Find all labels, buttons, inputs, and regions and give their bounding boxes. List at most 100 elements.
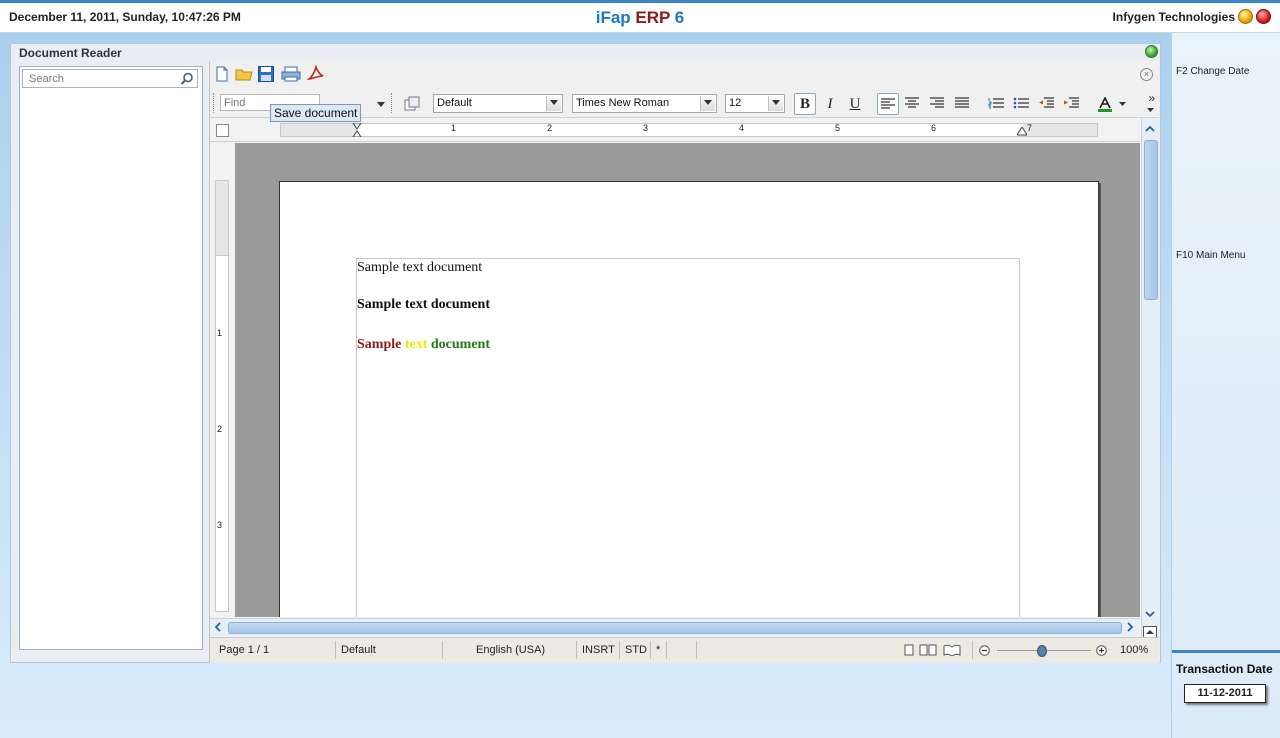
font-name-value: Times New Roman <box>576 97 670 109</box>
close-app-button[interactable] <box>1256 9 1271 24</box>
document-line-colored[interactable]: Sample text document <box>357 337 490 353</box>
vertical-scroll-thumb[interactable] <box>1144 140 1158 300</box>
colored-word-green: document <box>430 337 491 352</box>
bullet-list-button[interactable] <box>1010 93 1032 115</box>
font-name-select[interactable]: Times New Roman <box>572 94 717 113</box>
horizontal-scroll-thumb[interactable] <box>228 622 1122 634</box>
ruler-number: 5 <box>835 123 841 133</box>
tab-stop-selector[interactable] <box>216 124 229 137</box>
book-view-icon[interactable] <box>943 644 961 656</box>
document-page[interactable]: Sample text document Sample text documen… <box>279 181 1099 617</box>
scroll-up-icon[interactable] <box>1143 122 1157 135</box>
status-divider <box>442 641 443 659</box>
toolbar-overflow-icon[interactable]: » <box>1148 91 1155 105</box>
zoom-slider-handle[interactable] <box>1037 645 1047 657</box>
left-indent-marker-icon[interactable] <box>352 123 362 137</box>
print-icon[interactable] <box>281 65 301 83</box>
scroll-down-icon[interactable] <box>1143 608 1157 621</box>
align-left-button[interactable] <box>877 93 899 115</box>
ruler-number: 6 <box>931 123 937 133</box>
document-line-plain[interactable]: Sample text document <box>357 260 482 276</box>
selection-mode-indicator[interactable]: STD <box>625 644 647 656</box>
language-indicator[interactable]: English (USA) <box>476 644 545 656</box>
colored-word-yellow: text <box>404 337 428 352</box>
vertical-ruler[interactable]: 1 2 3 <box>213 142 231 657</box>
font-color-button[interactable] <box>1094 93 1116 115</box>
company-name: Infygen Technologies <box>1112 10 1235 24</box>
chevron-down-icon[interactable] <box>546 96 561 111</box>
ruler-number: 3 <box>643 123 649 133</box>
save-icon[interactable] <box>257 65 275 83</box>
zoom-level[interactable]: 100% <box>1120 644 1148 656</box>
status-divider <box>576 641 577 659</box>
bold-button[interactable]: B <box>794 93 816 115</box>
scroll-right-icon[interactable] <box>1124 621 1136 633</box>
right-indent-marker-icon[interactable] <box>1017 127 1027 136</box>
status-divider <box>619 641 620 659</box>
decrease-indent-icon <box>1039 97 1054 108</box>
status-divider <box>972 641 973 659</box>
zoom-in-icon[interactable] <box>1096 645 1107 656</box>
chevron-down-icon[interactable] <box>768 96 783 111</box>
status-divider <box>650 641 651 659</box>
align-left-icon <box>881 98 895 109</box>
f2-change-date-link[interactable]: F2 Change Date <box>1176 66 1249 77</box>
insert-mode-indicator[interactable]: INSRT <box>582 644 615 656</box>
vertical-scrollbar[interactable] <box>1141 118 1159 658</box>
align-center-button[interactable] <box>902 93 924 115</box>
search-input[interactable] <box>23 70 179 87</box>
search-box <box>22 69 198 88</box>
search-icon[interactable] <box>180 72 194 86</box>
decrease-indent-button[interactable] <box>1035 93 1057 115</box>
ruler-number: 2 <box>547 123 553 133</box>
paragraph-style-select[interactable]: Default <box>433 94 563 113</box>
new-document-icon[interactable] <box>213 65 231 83</box>
open-folder-icon[interactable] <box>235 65 253 83</box>
window-title: Document Reader <box>19 46 122 60</box>
justify-button[interactable] <box>952 93 974 115</box>
transaction-date-field[interactable]: 11-12-2011 <box>1184 684 1266 703</box>
transaction-date-label: Transaction Date <box>1176 662 1273 676</box>
app-title-erp: ERP <box>635 8 671 27</box>
page-indicator[interactable]: Page 1 / 1 <box>219 644 269 656</box>
single-page-view-icon[interactable] <box>904 644 914 656</box>
numbered-list-icon <box>988 98 1004 109</box>
ruler-number: 7 <box>1027 123 1033 133</box>
document-line-bold[interactable]: Sample text document <box>357 297 490 313</box>
font-color-dropdown-icon[interactable] <box>1119 102 1126 107</box>
multi-page-view-icon[interactable] <box>919 644 937 656</box>
scroll-left-icon[interactable] <box>212 621 224 633</box>
ruler-number: 1 <box>217 328 223 338</box>
font-color-icon <box>1098 97 1112 112</box>
status-bar: Page 1 / 1 Default English (USA) INSRT S… <box>210 637 1159 663</box>
ruler-number: 4 <box>739 123 745 133</box>
page-style-indicator[interactable]: Default <box>341 644 376 656</box>
document-reader-window: Document Reader Search × Find Default Ti… <box>10 43 1161 663</box>
modified-indicator: * <box>656 644 661 656</box>
underline-button[interactable]: U <box>844 93 866 115</box>
document-canvas[interactable]: Sample text document Sample text documen… <box>235 143 1140 617</box>
ruler-strip: 1 2 3 4 5 6 7 <box>280 123 1098 137</box>
toolbar-grip-2[interactable] <box>391 93 394 113</box>
align-right-button[interactable] <box>927 93 949 115</box>
minimize-button[interactable] <box>1238 9 1253 24</box>
italic-button[interactable]: I <box>819 93 841 115</box>
horizontal-scrollbar[interactable] <box>210 618 1140 636</box>
document-editor: × Default Times New Roman 12 B <box>209 61 1159 663</box>
ruler-number: 1 <box>451 123 457 133</box>
close-document-icon[interactable]: × <box>1140 68 1153 81</box>
zoom-out-icon[interactable] <box>979 645 990 656</box>
chevron-down-icon[interactable] <box>700 96 715 111</box>
font-size-select[interactable]: 12 <box>725 94 785 113</box>
f10-main-menu-link[interactable]: F10 Main Menu <box>1176 250 1245 261</box>
find-options-arrow-icon[interactable] <box>377 102 385 108</box>
numbered-list-button[interactable] <box>985 93 1007 115</box>
window-maximize-button[interactable] <box>1145 45 1158 58</box>
standard-toolbar: × <box>210 61 1159 90</box>
toolbar-grip[interactable] <box>213 93 216 113</box>
increase-indent-button[interactable] <box>1060 93 1082 115</box>
styles-formatting-icon[interactable] <box>403 95 421 113</box>
export-pdf-icon[interactable] <box>307 65 325 83</box>
toolbar-overflow-arrow-icon[interactable] <box>1147 108 1154 113</box>
colored-word-red: Sample <box>357 337 402 352</box>
